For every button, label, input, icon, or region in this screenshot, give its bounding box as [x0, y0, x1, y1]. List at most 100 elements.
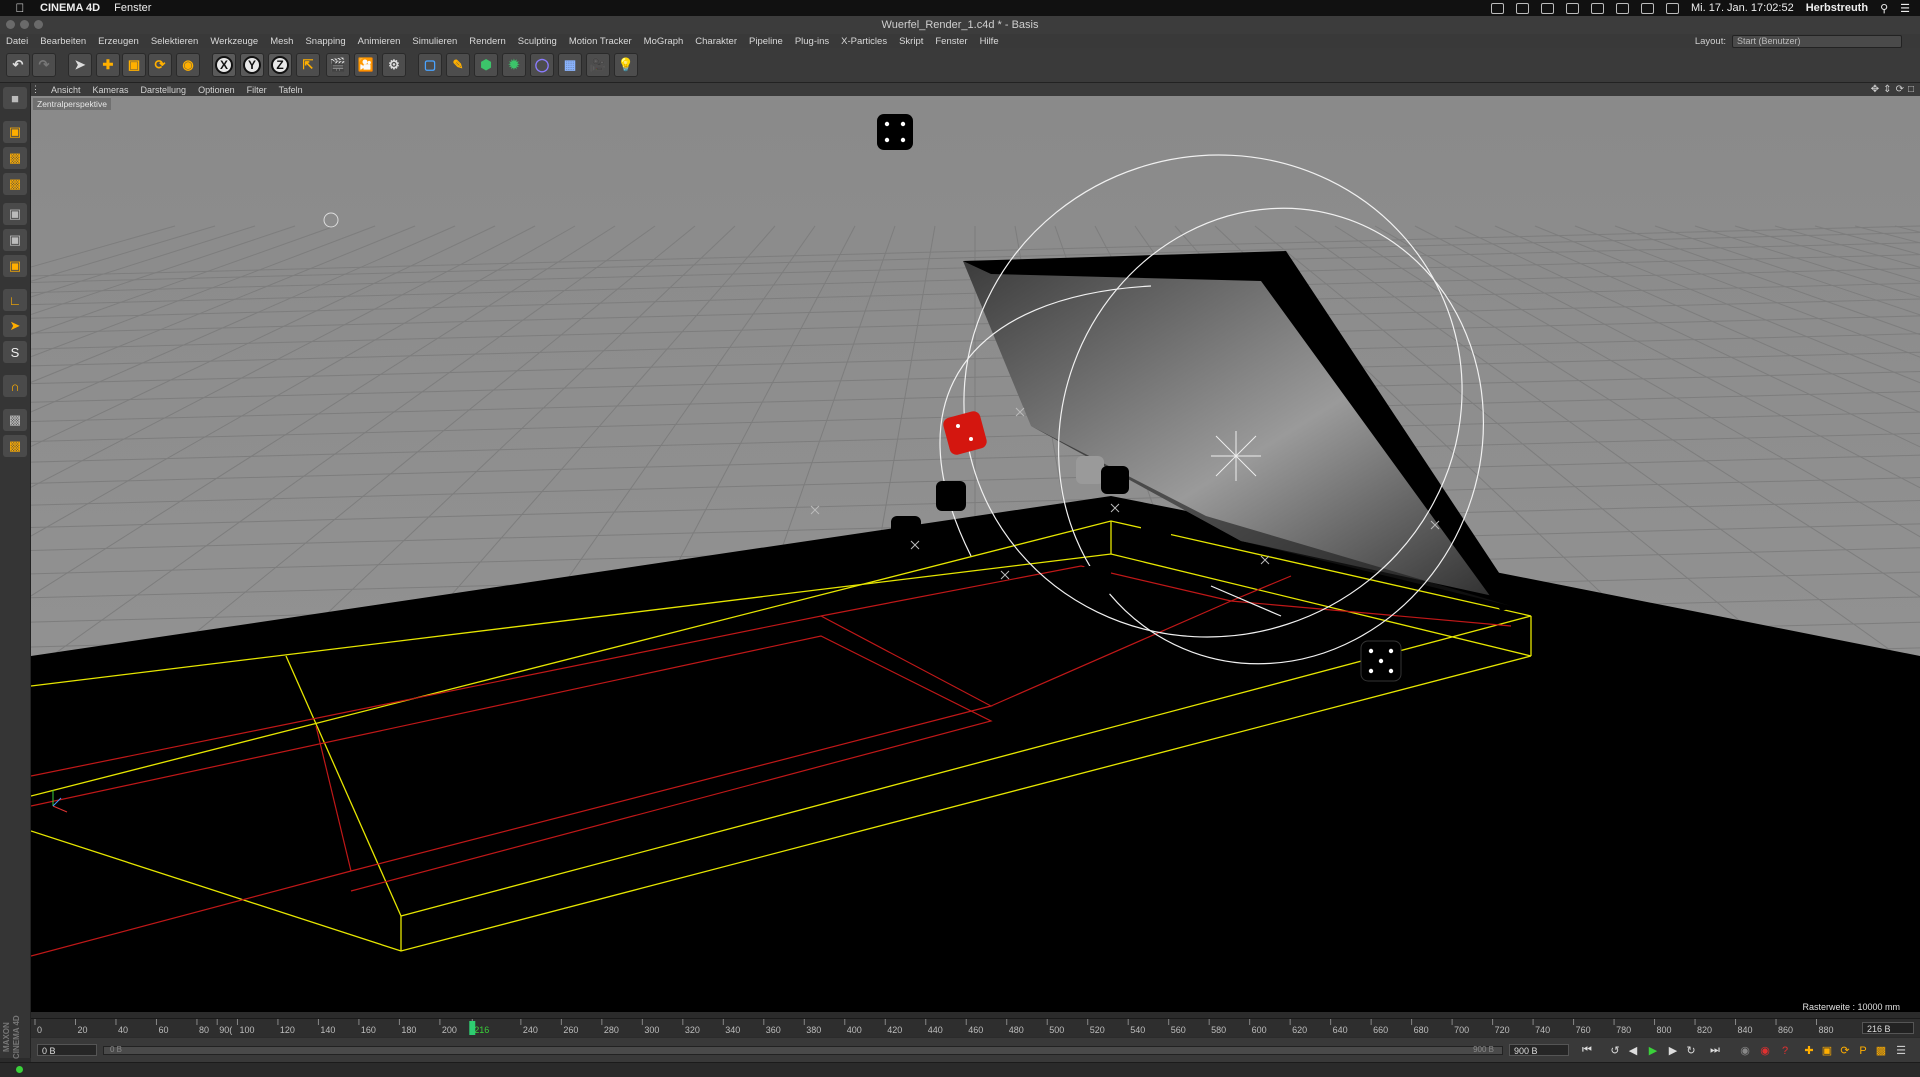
spotlight-icon[interactable]: ⚲	[1880, 2, 1888, 15]
menu-fenster[interactable]: Fenster	[929, 36, 973, 47]
subdivision-icon[interactable]: ⬢	[474, 53, 498, 77]
locked-workplane-icon[interactable]: ▩	[3, 409, 27, 431]
light-icon[interactable]: 💡	[614, 53, 638, 77]
mograph-cloner-icon[interactable]: ✹	[502, 53, 526, 77]
tweak-mode-icon[interactable]: ➤	[3, 315, 27, 337]
pen-spline-icon[interactable]: ✎	[446, 53, 470, 77]
cube-object-icon[interactable]: ▢	[418, 53, 442, 77]
menu-erzeugen[interactable]: Erzeugen	[92, 36, 145, 47]
axis-x-button[interactable]: X	[212, 53, 236, 77]
polygons-mode-icon[interactable]: ▣	[3, 255, 27, 277]
timeline-ruler[interactable]: 0 20 40 60 80 100 120 140 160 180 200 216 240 260 280 3…	[31, 1019, 1861, 1037]
viewport-menu-darstellung[interactable]: Darstellung	[135, 85, 193, 95]
mac-menu-window[interactable]: Fenster	[114, 2, 151, 14]
move-tool-icon[interactable]: ✚	[96, 53, 120, 77]
viewport-menu-kameras[interactable]: Kameras	[87, 85, 135, 95]
clock[interactable]: Mi. 17. Jan. 17:02:52	[1691, 2, 1794, 14]
dropbox-icon[interactable]	[1540, 2, 1554, 14]
render-view-icon[interactable]: 🎬	[326, 53, 350, 77]
coordinate-system-icon[interactable]: ⇱	[296, 53, 320, 77]
planar-workplane-icon[interactable]: ▩	[3, 435, 27, 457]
minimize-window-button[interactable]	[20, 20, 29, 29]
layout-dropdown[interactable]: Start (Benutzer)	[1732, 34, 1902, 48]
position-key-icon[interactable]: ✚	[1801, 1043, 1817, 1058]
scale-tool-icon[interactable]: ▣	[122, 53, 146, 77]
viewport-canvas[interactable]	[31, 96, 1920, 1012]
record-keys-icon[interactable]: ◉	[1737, 1043, 1753, 1058]
prev-frame-icon[interactable]: ◀	[1625, 1043, 1641, 1058]
points-mode-icon[interactable]: ▣	[3, 203, 27, 225]
viewport-drag-handle[interactable]: ⋮	[31, 84, 45, 95]
menu-werkzeuge[interactable]: Werkzeuge	[204, 36, 264, 47]
menu-selektieren[interactable]: Selektieren	[145, 36, 205, 47]
wifi-icon[interactable]	[1640, 2, 1654, 14]
camera-icon[interactable]: 🎥	[586, 53, 610, 77]
menu-pipeline[interactable]: Pipeline	[743, 36, 789, 47]
select-tool-icon[interactable]: ➤	[68, 53, 92, 77]
redo-icon[interactable]: ↷	[32, 53, 56, 77]
close-window-button[interactable]	[6, 20, 15, 29]
status-icon[interactable]	[1515, 2, 1529, 14]
deformer-icon[interactable]: ◯	[530, 53, 554, 77]
die[interactable]	[1081, 566, 1111, 596]
viewport-3d[interactable]	[31, 96, 1920, 1012]
next-key-icon[interactable]: ↻	[1683, 1043, 1699, 1058]
edges-mode-icon[interactable]: ▣	[3, 229, 27, 251]
menu-x-particles[interactable]: X-Particles	[835, 36, 893, 47]
rotate-tool-icon[interactable]: ⟳	[148, 53, 172, 77]
menu-skript[interactable]: Skript	[893, 36, 929, 47]
zoom-window-button[interactable]	[34, 20, 43, 29]
menu-sculpting[interactable]: Sculpting	[512, 36, 563, 47]
pla-key-icon[interactable]: ▩	[1873, 1043, 1889, 1058]
volume-icon[interactable]	[1665, 2, 1679, 14]
autokey-icon[interactable]: ◉	[1757, 1043, 1773, 1058]
current-frame-field[interactable]: 216 B	[1862, 1022, 1914, 1034]
menu-snapping[interactable]: Snapping	[299, 36, 351, 47]
menu-hilfe[interactable]: Hilfe	[974, 36, 1005, 47]
die[interactable]	[1101, 466, 1129, 494]
menu-plug-ins[interactable]: Plug-ins	[789, 36, 835, 47]
end-frame-field[interactable]: 900 B	[1509, 1044, 1569, 1056]
app-name[interactable]: CINEMA 4D	[40, 2, 100, 14]
bluetooth-icon[interactable]	[1615, 2, 1629, 14]
viewport-menu-tafeln[interactable]: Tafeln	[273, 85, 309, 95]
magnet-icon[interactable]: ∩	[3, 375, 27, 397]
die[interactable]	[936, 481, 966, 511]
die[interactable]	[1076, 456, 1104, 484]
goto-start-icon[interactable]: ⏮	[1579, 1043, 1595, 1058]
render-settings-icon[interactable]: ⚙	[382, 53, 406, 77]
status-icon[interactable]	[1490, 2, 1504, 14]
dolly-icon[interactable]: ⇕	[1883, 84, 1891, 95]
axis-z-button[interactable]: Z	[268, 53, 292, 77]
menu-rendern[interactable]: Rendern	[463, 36, 511, 47]
die[interactable]	[891, 516, 921, 546]
model-mode-icon[interactable]: ▣	[3, 121, 27, 143]
user-name[interactable]: Herbstreuth	[1806, 2, 1868, 14]
orbit-icon[interactable]: ⟳	[1896, 84, 1904, 95]
pan-icon[interactable]: ✥	[1871, 84, 1879, 95]
rotation-key-icon[interactable]: ⟳	[1837, 1043, 1853, 1058]
axis-mode-icon[interactable]: ∟	[3, 289, 27, 311]
menu-simulieren[interactable]: Simulieren	[406, 36, 463, 47]
texture-mode-icon[interactable]: ▩	[3, 147, 27, 169]
play-icon[interactable]: ▶	[1645, 1043, 1661, 1058]
viewport-menu-optionen[interactable]: Optionen	[192, 85, 241, 95]
viewport-menu-filter[interactable]: Filter	[241, 85, 273, 95]
scale-key-icon[interactable]: ▣	[1819, 1043, 1835, 1058]
timeline-menu-icon[interactable]: ☰	[1893, 1043, 1909, 1058]
start-frame-field[interactable]: 0 B	[37, 1044, 97, 1056]
menu-animieren[interactable]: Animieren	[352, 36, 407, 47]
viewport-menu-ansicht[interactable]: Ansicht	[45, 85, 87, 95]
axis-y-button[interactable]: Y	[240, 53, 264, 77]
make-editable-icon[interactable]: ■	[3, 87, 27, 109]
parameter-key-icon[interactable]: P	[1855, 1043, 1871, 1058]
notification-icon[interactable]: ☰	[1900, 2, 1910, 15]
goto-end-icon[interactable]: ⏭	[1707, 1043, 1723, 1058]
live-selection-icon[interactable]: ◉	[176, 53, 200, 77]
preview-range-slider[interactable]: 0 B 900 B	[103, 1045, 1503, 1055]
keyframe-selection-icon[interactable]: ?	[1777, 1043, 1793, 1058]
menu-motion-tracker[interactable]: Motion Tracker	[563, 36, 638, 47]
time-machine-icon[interactable]	[1590, 2, 1604, 14]
apple-icon[interactable]: 	[0, 1, 40, 15]
die[interactable]	[877, 114, 913, 150]
